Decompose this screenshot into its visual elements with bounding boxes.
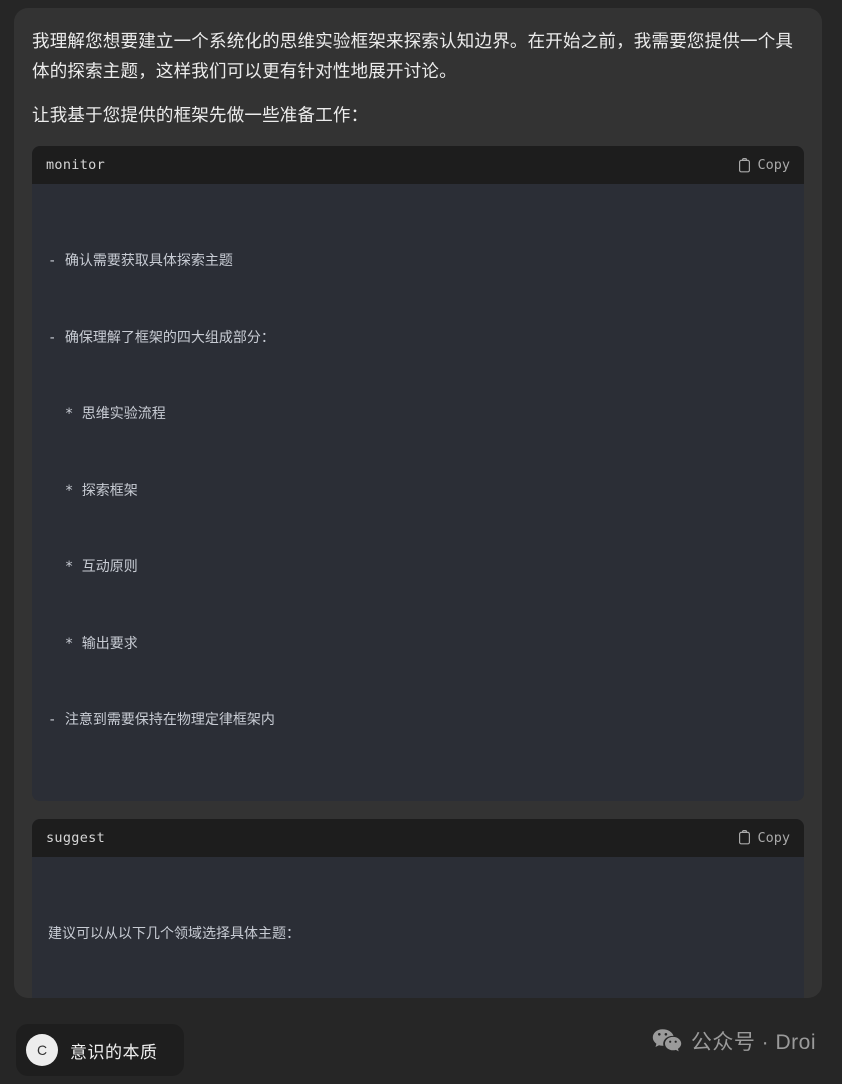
clipboard-icon [738,830,751,845]
paragraph-preparation: 让我基于您提供的框架先做一些准备工作： [32,105,369,125]
watermark-label: 公众号 · Droi [690,1031,816,1054]
avatar: C [26,1034,58,1066]
code-block-header: suggest Copy [32,818,804,857]
copy-button[interactable]: Copy [738,157,790,173]
code-block-body: - 确认需要获取具体探索主题 - 确保理解了框架的四大组成部分： * 思维实验流… [32,184,804,801]
topic-chip[interactable]: C 意识的本质 [16,1024,184,1076]
code-line: - 确保理解了框架的四大组成部分： [48,329,275,346]
screen: 我理解您想要建立一个系统化的思维实验框架来探索认知边界。在开始之前，我需要您提供… [0,0,842,1084]
code-block-header: monitor Copy [32,146,804,184]
topic-chip-label: 意识的本质 [70,1042,158,1062]
code-line: * 互动原则 [48,559,138,575]
clipboard-icon [738,157,751,173]
code-line: * 输出要求 [48,635,138,652]
code-line: 建议可以从以下几个领域选择具体主题： [48,925,300,942]
copy-button[interactable]: Copy [738,830,790,846]
watermark: 公众号 · Droi [652,1026,816,1056]
copy-button-label: Copy [757,829,790,846]
code-block-suggest: suggest Copy 建议可以从以下几个领域选择具体主题： 1．人工智能的认… [32,818,804,998]
paragraph-intro: 我理解您想要建立一个系统化的思维实验框架来探索认知边界。在开始之前，我需要您提供… [32,31,794,81]
code-block-monitor: monitor Copy - 确认需要获取具体探索主题 - 确保理解了框架的四大… [32,146,804,801]
code-line: - 确认需要获取具体探索主题 [48,253,233,269]
code-block-language-label: suggest [46,829,105,846]
code-line: - 注意到需要保持在物理定律框架内 [48,712,275,728]
code-line: * 探索框架 [48,482,138,499]
code-line: * 思维实验流程 [48,406,166,422]
assistant-message-panel: 我理解您想要建立一个系统化的思维实验框架来探索认知边界。在开始之前，我需要您提供… [14,8,822,998]
wechat-icon [652,1028,682,1054]
bottom-bar: C 意识的本质 公众号 · Droi [0,998,842,1084]
copy-button-label: Copy [757,157,790,173]
code-block-language-label: monitor [46,157,105,173]
code-block-body: 建议可以从以下几个领域选择具体主题： 1．人工智能的认知边界 2．人类意识的本质… [32,856,804,998]
